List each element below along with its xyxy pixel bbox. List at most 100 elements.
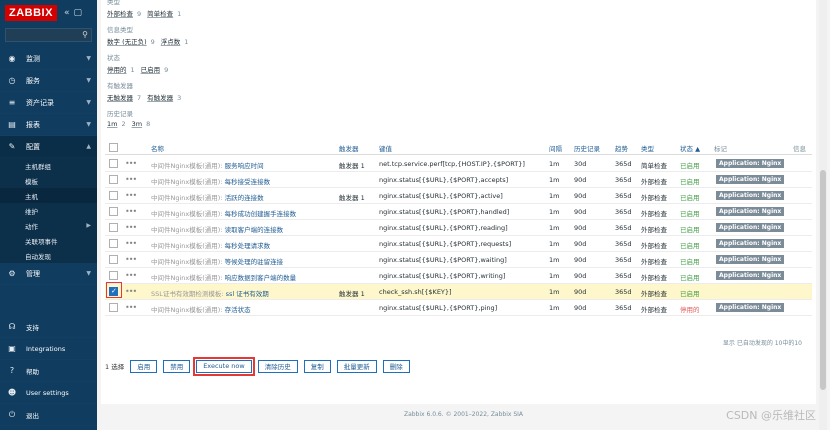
row-checkbox[interactable] <box>109 191 118 200</box>
item-status[interactable]: 已启用 <box>680 240 700 250</box>
submenu-item-2[interactable]: 主机 <box>0 188 97 203</box>
filter-value[interactable]: 3m <box>132 120 142 128</box>
submenu-item-6[interactable]: 自动发现 <box>0 248 97 263</box>
col-name[interactable]: 名称 <box>151 143 164 153</box>
filter-value[interactable]: 数字 (无正负) <box>107 38 147 46</box>
search-input[interactable]: ⚲ <box>5 28 92 42</box>
more-icon[interactable]: ••• <box>125 223 137 232</box>
more-icon[interactable]: ••• <box>125 207 137 216</box>
col-triggers[interactable]: 触发器 <box>339 143 359 153</box>
col-type[interactable]: 类型 <box>641 143 654 153</box>
item-name-link[interactable]: 读取客户端的连接数 <box>225 226 284 234</box>
row-checkbox[interactable] <box>109 223 118 232</box>
menu-item-0[interactable]: ◉ 监测 ▼ <box>0 48 97 70</box>
bottom-item-2[interactable]: ? 帮助 <box>0 360 97 382</box>
col-key[interactable]: 键值 <box>379 143 392 153</box>
row-checkbox[interactable] <box>109 255 118 264</box>
item-triggers[interactable]: 触发器 1 <box>339 160 365 170</box>
col-trends[interactable]: 趋势 <box>615 143 628 153</box>
filter-value[interactable]: 有触发器 <box>147 94 173 102</box>
submenu-item-3[interactable]: 维护 <box>0 203 97 218</box>
template-link[interactable]: 中间件Nginx模板(通用): <box>151 274 225 282</box>
template-link[interactable]: 中间件Nginx模板(通用): <box>151 242 225 250</box>
scrollbar[interactable] <box>819 0 827 430</box>
collapse-icon[interactable]: « <box>64 8 70 18</box>
row-checkbox[interactable] <box>109 159 118 168</box>
more-icon[interactable]: ••• <box>125 159 137 168</box>
action-button-3[interactable]: 清除历史 <box>257 359 298 373</box>
item-name-link[interactable]: 服务响应时间 <box>225 162 264 170</box>
more-icon[interactable]: ••• <box>125 303 137 312</box>
menu-item-3[interactable]: ▤ 报表 ▼ <box>0 114 97 136</box>
more-icon[interactable]: ••• <box>125 175 137 184</box>
bottom-item-4[interactable]: ⏻ 退出 <box>0 404 97 426</box>
item-status[interactable]: 已启用 <box>680 288 700 298</box>
submenu-item-1[interactable]: 模板 <box>0 173 97 188</box>
bottom-item-0[interactable]: ☊ 支持 <box>0 316 97 338</box>
submenu-item-0[interactable]: 主机群组 <box>0 158 97 173</box>
template-link[interactable]: 中间件Nginx模板(通用): <box>151 226 225 234</box>
bottom-item-3[interactable]: ☻ User settings <box>0 382 97 404</box>
row-checkbox[interactable] <box>109 271 118 280</box>
template-link[interactable]: 中间件Nginx模板(通用): <box>151 306 225 314</box>
row-checkbox[interactable] <box>109 207 118 216</box>
item-status[interactable]: 已启用 <box>680 224 700 234</box>
template-link[interactable]: SSL证书有效期检测模板: <box>151 290 226 298</box>
filter-value[interactable]: 外部检查 <box>107 10 133 18</box>
col-interval[interactable]: 间隔 <box>549 143 562 153</box>
action-button-4[interactable]: 复制 <box>303 359 331 373</box>
item-status[interactable]: 已启用 <box>680 208 700 218</box>
action-button-6[interactable]: 删除 <box>382 359 410 373</box>
action-button-1[interactable]: 禁用 <box>163 359 191 373</box>
submenu-item-4[interactable]: 动作 ▶ <box>0 218 97 233</box>
row-checkbox[interactable] <box>109 303 118 312</box>
filter-value[interactable]: 无触发器 <box>107 94 133 102</box>
item-name-link[interactable]: 活跃的连接数 <box>225 194 264 202</box>
item-status[interactable]: 停用的 <box>680 304 700 314</box>
item-name-link[interactable]: 响应数据到客户端的数量 <box>225 274 297 282</box>
more-icon[interactable]: ••• <box>125 287 137 296</box>
item-triggers[interactable]: 触发器 1 <box>339 192 365 202</box>
submenu-item-5[interactable]: 关联项事件 <box>0 233 97 248</box>
more-icon[interactable]: ••• <box>125 191 137 200</box>
filter-value[interactable]: 浮点数 <box>161 38 181 46</box>
menu-item-admin[interactable]: ⚙ 管理 ▼ <box>0 263 97 285</box>
bottom-item-1[interactable]: ▣ Integrations <box>0 338 97 360</box>
item-name-link[interactable]: 每秒成功创建握手连接数 <box>225 210 297 218</box>
kiosk-icon[interactable]: ▢ <box>73 8 82 18</box>
item-name-link[interactable]: 每秒接受连接数 <box>225 178 271 186</box>
menu-item-2[interactable]: ≡ 资产记录 ▼ <box>0 92 97 114</box>
row-checkbox[interactable] <box>109 239 118 248</box>
col-status[interactable]: 状态 ▲ <box>680 143 700 153</box>
item-name-link[interactable]: ssl 证书有效期 <box>226 290 269 298</box>
item-name-link[interactable]: 每秒处理请求数 <box>225 242 271 250</box>
item-status[interactable]: 已启用 <box>680 192 700 202</box>
filter-value[interactable]: 已启用 <box>141 66 161 74</box>
search-icon[interactable]: ⚲ <box>82 30 88 39</box>
item-status[interactable]: 已启用 <box>680 176 700 186</box>
action-button-5[interactable]: 批量更新 <box>336 359 377 373</box>
item-status[interactable]: 已启用 <box>680 160 700 170</box>
scrollbar-thumb[interactable] <box>820 170 826 390</box>
item-status[interactable]: 已启用 <box>680 272 700 282</box>
menu-item-1[interactable]: ◷ 服务 ▼ <box>0 70 97 92</box>
col-history[interactable]: 历史记录 <box>574 143 600 153</box>
zabbix-logo[interactable]: ZABBIX <box>5 5 57 21</box>
template-link[interactable]: 中间件Nginx模板(通用): <box>151 210 225 218</box>
template-link[interactable]: 中间件Nginx模板(通用): <box>151 162 225 170</box>
row-checkbox[interactable] <box>109 175 118 184</box>
item-status[interactable]: 已启用 <box>680 256 700 266</box>
menu-item-4[interactable]: ✎ 配置 ▲ <box>0 136 97 158</box>
template-link[interactable]: 中间件Nginx模板(通用): <box>151 194 225 202</box>
action-button-0[interactable]: 启用 <box>130 359 158 373</box>
item-name-link[interactable]: 等候处理的驻留连接 <box>225 258 284 266</box>
more-icon[interactable]: ••• <box>125 271 137 280</box>
select-all-checkbox[interactable] <box>109 143 118 152</box>
more-icon[interactable]: ••• <box>125 239 137 248</box>
action-button-2[interactable]: Execute now <box>193 356 255 376</box>
item-name-link[interactable]: 存活状态 <box>225 306 251 314</box>
template-link[interactable]: 中间件Nginx模板(通用): <box>151 178 225 186</box>
item-triggers[interactable]: 触发器 1 <box>339 288 365 298</box>
filter-value[interactable]: 简单检查 <box>147 10 173 18</box>
filter-value[interactable]: 停用的 <box>107 66 127 74</box>
